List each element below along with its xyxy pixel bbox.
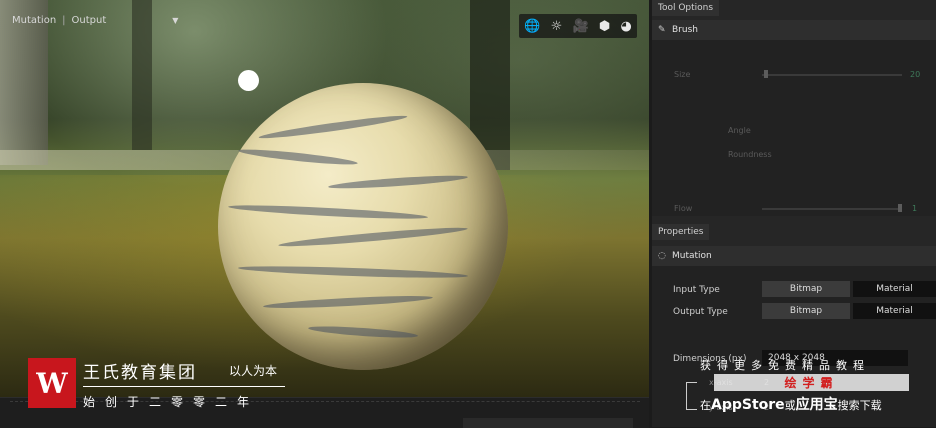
sun-icon[interactable]: ☼: [551, 19, 563, 34]
flow-slider[interactable]: [762, 208, 902, 210]
tab-properties[interactable]: Properties: [652, 224, 710, 240]
watermark-since: 始创于二零零二年: [83, 395, 260, 409]
brush-header-label: Brush: [672, 25, 698, 35]
size-label: Size: [674, 70, 691, 79]
watermark-logo-letter: W: [36, 366, 68, 400]
mutation-header-label: Mutation: [672, 251, 712, 261]
chevron-down-icon[interactable]: ▼: [172, 16, 178, 25]
roundness-label: Roundness: [728, 150, 772, 159]
watermark-slogan: 以人为本: [229, 364, 278, 378]
watermark-logo: W: [28, 358, 76, 408]
globe-icon[interactable]: 🌐: [524, 19, 540, 34]
promo-brand-box: 绘学霸: [714, 374, 909, 391]
flow-label: Flow: [674, 204, 693, 213]
view-label[interactable]: Output: [72, 15, 107, 26]
brush-section-header[interactable]: ✎ Brush: [652, 20, 936, 40]
brush-icon: ✎: [658, 25, 666, 35]
tab-tool-options[interactable]: Tool Options: [652, 0, 720, 16]
promo-bracket: [686, 382, 697, 410]
viewport-toolbar: Mutation | Output ▼ 🌐 ☼ 🎥 ⬢ ◕: [0, 0, 649, 40]
3d-viewport[interactable]: Mutation | Output ▼ 🌐 ☼ 🎥 ⬢ ◕: [0, 0, 649, 397]
size-slider-handle[interactable]: [764, 70, 768, 78]
camera-icon[interactable]: 🎥: [572, 19, 588, 34]
output-type-label: Output Type: [673, 307, 728, 317]
input-bitmap-button[interactable]: Bitmap: [762, 281, 850, 297]
promo-line-1: 获得更多免费精品教程: [700, 359, 870, 372]
light-position-handle[interactable]: [238, 70, 259, 91]
promo-line-2: 在AppStore或应用宝搜索下载: [700, 397, 882, 413]
size-value[interactable]: 20: [910, 70, 920, 79]
size-slider[interactable]: [762, 74, 902, 76]
preview-sphere[interactable]: [218, 83, 508, 370]
mode-label[interactable]: Mutation: [12, 15, 56, 26]
flow-value[interactable]: 1: [912, 204, 917, 213]
watermark-company: 王氏教育集团: [83, 363, 197, 383]
mode-separator: |: [62, 15, 66, 26]
refresh-icon: ◌: [658, 251, 666, 261]
mutation-section-header[interactable]: ◌ Mutation: [652, 246, 936, 266]
output-bitmap-button[interactable]: Bitmap: [762, 303, 850, 319]
angle-label: Angle: [728, 126, 751, 135]
viewport-mode-selector[interactable]: Mutation | Output ▼: [12, 15, 178, 26]
viewport-icon-bar: 🌐 ☼ 🎥 ⬢ ◕: [519, 14, 637, 38]
input-material-button[interactable]: Material: [853, 281, 936, 297]
watermark-divider: [83, 386, 285, 387]
tool-options-body: Size 20 Angle Roundness Flow 1: [652, 40, 936, 216]
output-material-button[interactable]: Material: [853, 303, 936, 319]
cube-icon[interactable]: ⬢: [599, 19, 610, 34]
input-type-label: Input Type: [673, 285, 720, 295]
flow-slider-handle[interactable]: [898, 204, 902, 212]
sphere-icon[interactable]: ◕: [621, 19, 632, 34]
promo-brand: 绘学霸: [784, 376, 839, 390]
